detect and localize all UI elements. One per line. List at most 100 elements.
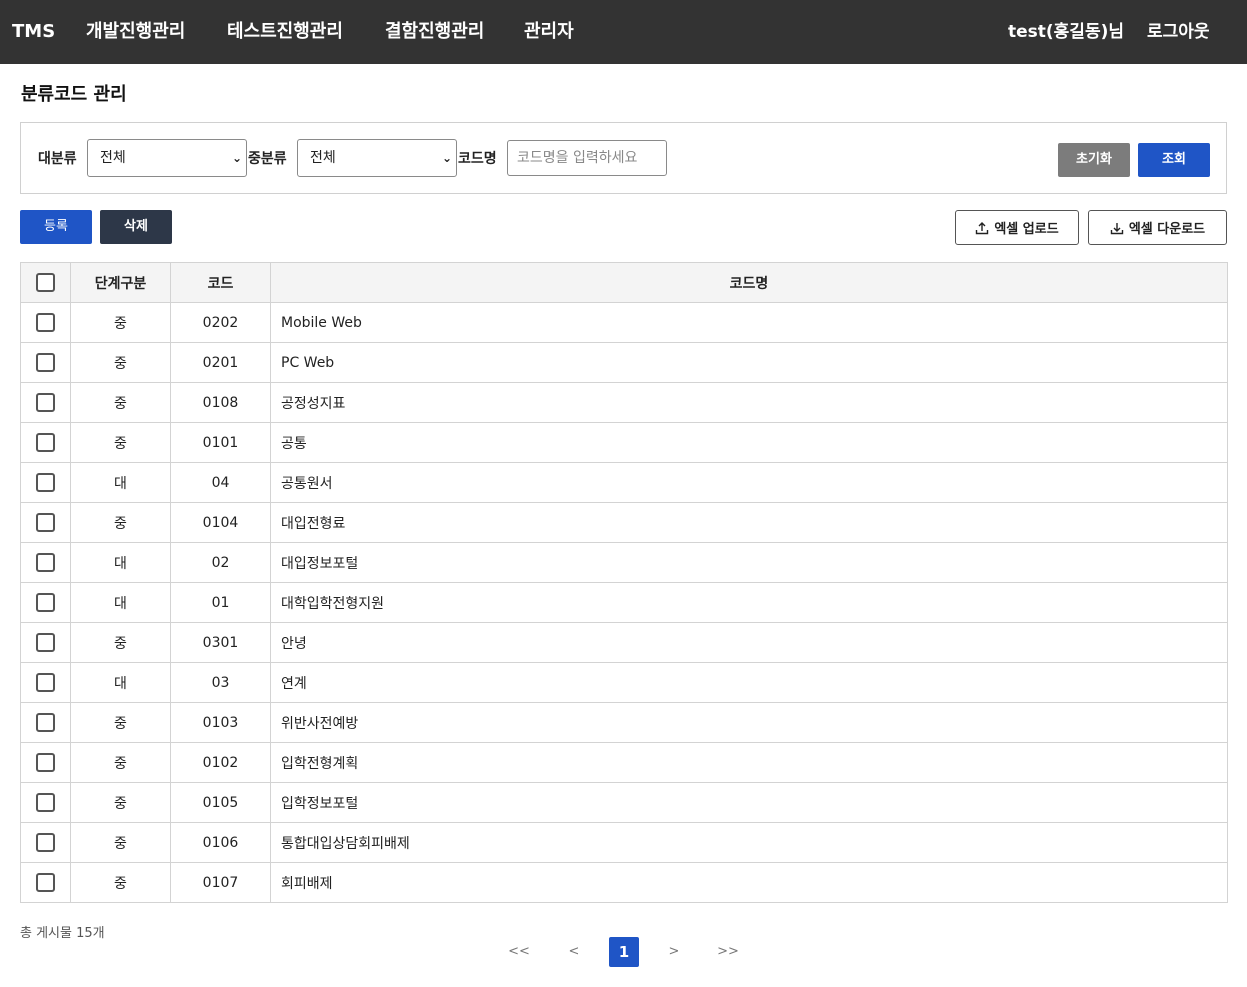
row-code: 0301 xyxy=(170,622,271,663)
table-row[interactable]: 중 0108 공정성지표 xyxy=(20,382,1228,423)
nav-item-defect[interactable]: 결함진행관리 xyxy=(385,0,484,64)
table-header-row: 단계구분 코드 코드명 xyxy=(20,262,1228,303)
table-row[interactable]: 중 0103 위반사전예방 xyxy=(20,702,1228,743)
major-category-select[interactable]: 전체 ⌄ xyxy=(87,139,247,177)
upload-icon xyxy=(976,221,989,234)
row-checkbox[interactable] xyxy=(36,313,55,332)
pagination-last[interactable]: >> xyxy=(713,937,743,967)
row-code: 02 xyxy=(170,542,271,583)
row-code: 01 xyxy=(170,582,271,623)
middle-category-value: 전체 xyxy=(310,150,336,166)
row-level: 중 xyxy=(70,822,171,863)
search-button[interactable]: 조회 xyxy=(1138,143,1210,177)
select-all-checkbox[interactable] xyxy=(36,273,55,292)
pagination-next[interactable]: > xyxy=(659,937,689,967)
pagination-page-current[interactable]: 1 xyxy=(609,937,639,967)
table-row[interactable]: 중 0104 대입전형료 xyxy=(20,502,1228,543)
table-row[interactable]: 중 0107 회피배제 xyxy=(20,862,1228,903)
row-level: 대 xyxy=(70,542,171,583)
table-row[interactable]: 중 0102 입학전형계획 xyxy=(20,742,1228,783)
row-level: 중 xyxy=(70,702,171,743)
row-checkbox[interactable] xyxy=(36,353,55,372)
delete-button[interactable]: 삭제 xyxy=(100,210,172,244)
nav-item-development[interactable]: 개발진행관리 xyxy=(86,0,185,64)
row-name: 입학전형계획 xyxy=(270,742,1228,783)
row-checkbox[interactable] xyxy=(36,633,55,652)
row-code: 0202 xyxy=(170,302,271,343)
row-level: 중 xyxy=(70,342,171,383)
row-code: 0104 xyxy=(170,502,271,543)
row-level: 중 xyxy=(70,502,171,543)
table-row[interactable]: 중 0202 Mobile Web xyxy=(20,302,1228,343)
row-name: 공정성지표 xyxy=(270,382,1228,423)
table-row[interactable]: 대 01 대학입학전형지원 xyxy=(20,582,1228,623)
reset-button[interactable]: 초기화 xyxy=(1058,143,1130,177)
row-name: 대학입학전형지원 xyxy=(270,582,1228,623)
row-checkbox[interactable] xyxy=(36,713,55,732)
table-row[interactable]: 대 03 연계 xyxy=(20,662,1228,703)
row-checkbox[interactable] xyxy=(36,593,55,612)
code-name-input[interactable] xyxy=(507,140,667,176)
row-code: 0106 xyxy=(170,822,271,863)
select-all-cell xyxy=(20,262,71,303)
chevron-down-icon: ⌄ xyxy=(441,151,452,165)
table-row[interactable]: 중 0106 통합대입상담회피배제 xyxy=(20,822,1228,863)
row-name: 연계 xyxy=(270,662,1228,703)
row-name: 위반사전예방 xyxy=(270,702,1228,743)
row-name: 통합대입상담회피배제 xyxy=(270,822,1228,863)
row-checkbox[interactable] xyxy=(36,673,55,692)
row-level: 중 xyxy=(70,862,171,903)
filter-panel: 대분류 전체 ⌄ 중분류 전체 ⌄ 코드명 초기화 조회 xyxy=(20,122,1227,194)
register-button[interactable]: 등록 xyxy=(20,210,92,244)
row-name: PC Web xyxy=(270,342,1228,383)
row-code: 0102 xyxy=(170,742,271,783)
row-name: 안녕 xyxy=(270,622,1228,663)
row-level: 중 xyxy=(70,782,171,823)
row-name: 대입전형료 xyxy=(270,502,1228,543)
table-row[interactable]: 대 04 공통원서 xyxy=(20,462,1228,503)
column-header-name: 코드명 xyxy=(270,262,1228,303)
excel-download-label: 엑셀 다운로드 xyxy=(1128,222,1206,237)
excel-upload-button[interactable]: 엑셀 업로드 xyxy=(955,210,1079,245)
row-checkbox[interactable] xyxy=(36,753,55,772)
table-row[interactable]: 중 0101 공통 xyxy=(20,422,1228,463)
pagination-first[interactable]: << xyxy=(504,937,534,967)
middle-category-select[interactable]: 전체 ⌄ xyxy=(297,139,457,177)
row-checkbox[interactable] xyxy=(36,433,55,452)
row-level: 대 xyxy=(70,582,171,623)
nav-item-admin[interactable]: 관리자 xyxy=(524,0,574,64)
row-checkbox[interactable] xyxy=(36,873,55,892)
row-code: 0108 xyxy=(170,382,271,423)
table-row[interactable]: 대 02 대입정보포털 xyxy=(20,542,1228,583)
row-level: 대 xyxy=(70,662,171,703)
chevron-down-icon: ⌄ xyxy=(231,151,242,165)
row-name: 입학정보포털 xyxy=(270,782,1228,823)
row-checkbox[interactable] xyxy=(36,393,55,412)
row-level: 중 xyxy=(70,622,171,663)
row-checkbox[interactable] xyxy=(36,473,55,492)
table-row[interactable]: 중 0105 입학정보포털 xyxy=(20,782,1228,823)
top-navbar: TMS 개발진행관리 테스트진행관리 결함진행관리 관리자 test(홍길동)님… xyxy=(0,0,1247,64)
excel-download-button[interactable]: 엑셀 다운로드 xyxy=(1088,210,1227,245)
middle-category-label: 중분류 xyxy=(248,151,287,167)
row-code: 04 xyxy=(170,462,271,503)
user-name: test(홍길동)님 xyxy=(1008,22,1125,42)
pagination-prev[interactable]: < xyxy=(559,937,589,967)
brand-logo[interactable]: TMS xyxy=(12,0,55,64)
row-checkbox[interactable] xyxy=(36,793,55,812)
row-code: 0201 xyxy=(170,342,271,383)
row-name: 공통원서 xyxy=(270,462,1228,503)
logout-link[interactable]: 로그아웃 xyxy=(1147,0,1210,64)
major-category-label: 대분류 xyxy=(38,151,77,167)
row-code: 0105 xyxy=(170,782,271,823)
table-row[interactable]: 중 0301 안녕 xyxy=(20,622,1228,663)
row-checkbox[interactable] xyxy=(36,553,55,572)
nav-item-test[interactable]: 테스트진행관리 xyxy=(227,0,343,64)
page-title: 분류코드 관리 xyxy=(21,84,127,105)
row-checkbox[interactable] xyxy=(36,833,55,852)
row-code: 0103 xyxy=(170,702,271,743)
row-level: 중 xyxy=(70,302,171,343)
table-row[interactable]: 중 0201 PC Web xyxy=(20,342,1228,383)
row-checkbox[interactable] xyxy=(36,513,55,532)
row-level: 중 xyxy=(70,382,171,423)
